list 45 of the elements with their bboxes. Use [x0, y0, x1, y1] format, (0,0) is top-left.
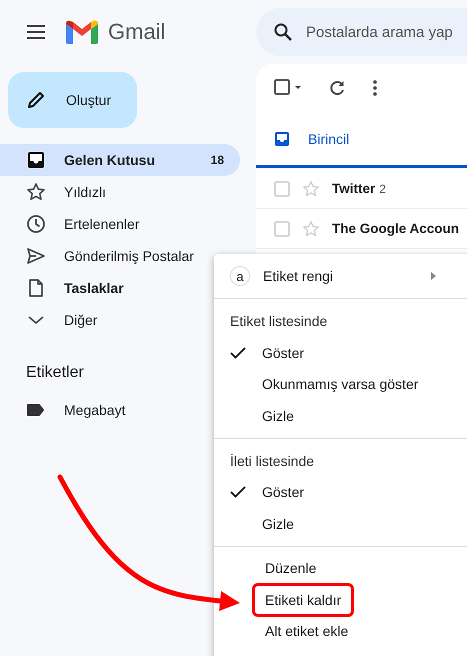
file-icon	[26, 278, 46, 298]
more-options-icon[interactable]	[372, 79, 378, 97]
pencil-icon	[26, 90, 46, 110]
menu-item[interactable]: Okunmamış varsa göster	[214, 368, 467, 400]
compose-button[interactable]: Oluştur	[8, 72, 137, 128]
clock-icon	[26, 214, 46, 234]
label-tag-icon	[26, 403, 46, 417]
menu-item[interactable]: Gizle	[214, 400, 467, 432]
menu-item[interactable]: Gizle	[214, 508, 467, 540]
star-icon[interactable]	[302, 220, 320, 238]
submenu-caret-icon	[431, 272, 436, 280]
star-icon[interactable]	[302, 180, 320, 198]
menu-section-heading: İleti listesinde	[229, 452, 316, 470]
checkbox-icon[interactable]	[274, 220, 290, 236]
menu-section-heading: Etiket listesinde	[229, 312, 328, 331]
refresh-icon[interactable]	[328, 79, 346, 97]
label-item[interactable]: Megabayt	[0, 394, 212, 426]
menu-item[interactable]: Göster	[214, 476, 467, 508]
search-field[interactable]: Postalarda arama yap	[256, 8, 467, 56]
menu-item[interactable]: Etiketi kaldır	[252, 582, 354, 617]
sidebar-item[interactable]: Ertelenenler	[0, 208, 212, 240]
sidebar-item[interactable]: Diğer	[0, 304, 212, 336]
search-icon	[274, 23, 292, 41]
color-swatch-icon: a	[230, 266, 250, 286]
email-row[interactable]: Twitter 2	[256, 169, 467, 209]
checkbox-icon[interactable]	[274, 180, 290, 196]
sidebar-item[interactable]: Yıldızlı	[0, 176, 212, 208]
envelope-logo-icon	[66, 20, 98, 44]
star-icon	[26, 182, 46, 202]
menu-item[interactable]: a Etiket rengi	[214, 260, 467, 292]
select-checkbox-icon[interactable]	[274, 79, 302, 97]
sidebar-item[interactable]: Gönderilmiş Postalar	[0, 240, 212, 272]
labels-heading: Etiketler	[25, 363, 85, 383]
menu-item[interactable]: Düzenle	[252, 551, 330, 586]
menu-item[interactable]: Göster	[214, 337, 467, 368]
sidebar-item[interactable]: Gelen Kutusu 18	[0, 144, 240, 176]
category-tab[interactable]: Birincil	[256, 112, 467, 168]
inbox-icon	[26, 150, 46, 170]
inbox-icon	[274, 130, 290, 146]
email-row[interactable]: The Google Accoun	[256, 209, 467, 249]
menu-icon[interactable]	[26, 25, 46, 39]
sidebar-item[interactable]: Taslaklar	[0, 272, 212, 304]
app-name: Gmail	[108, 19, 166, 45]
send-icon	[26, 246, 46, 266]
menu-item[interactable]: Alt etiket ekle	[252, 614, 362, 648]
